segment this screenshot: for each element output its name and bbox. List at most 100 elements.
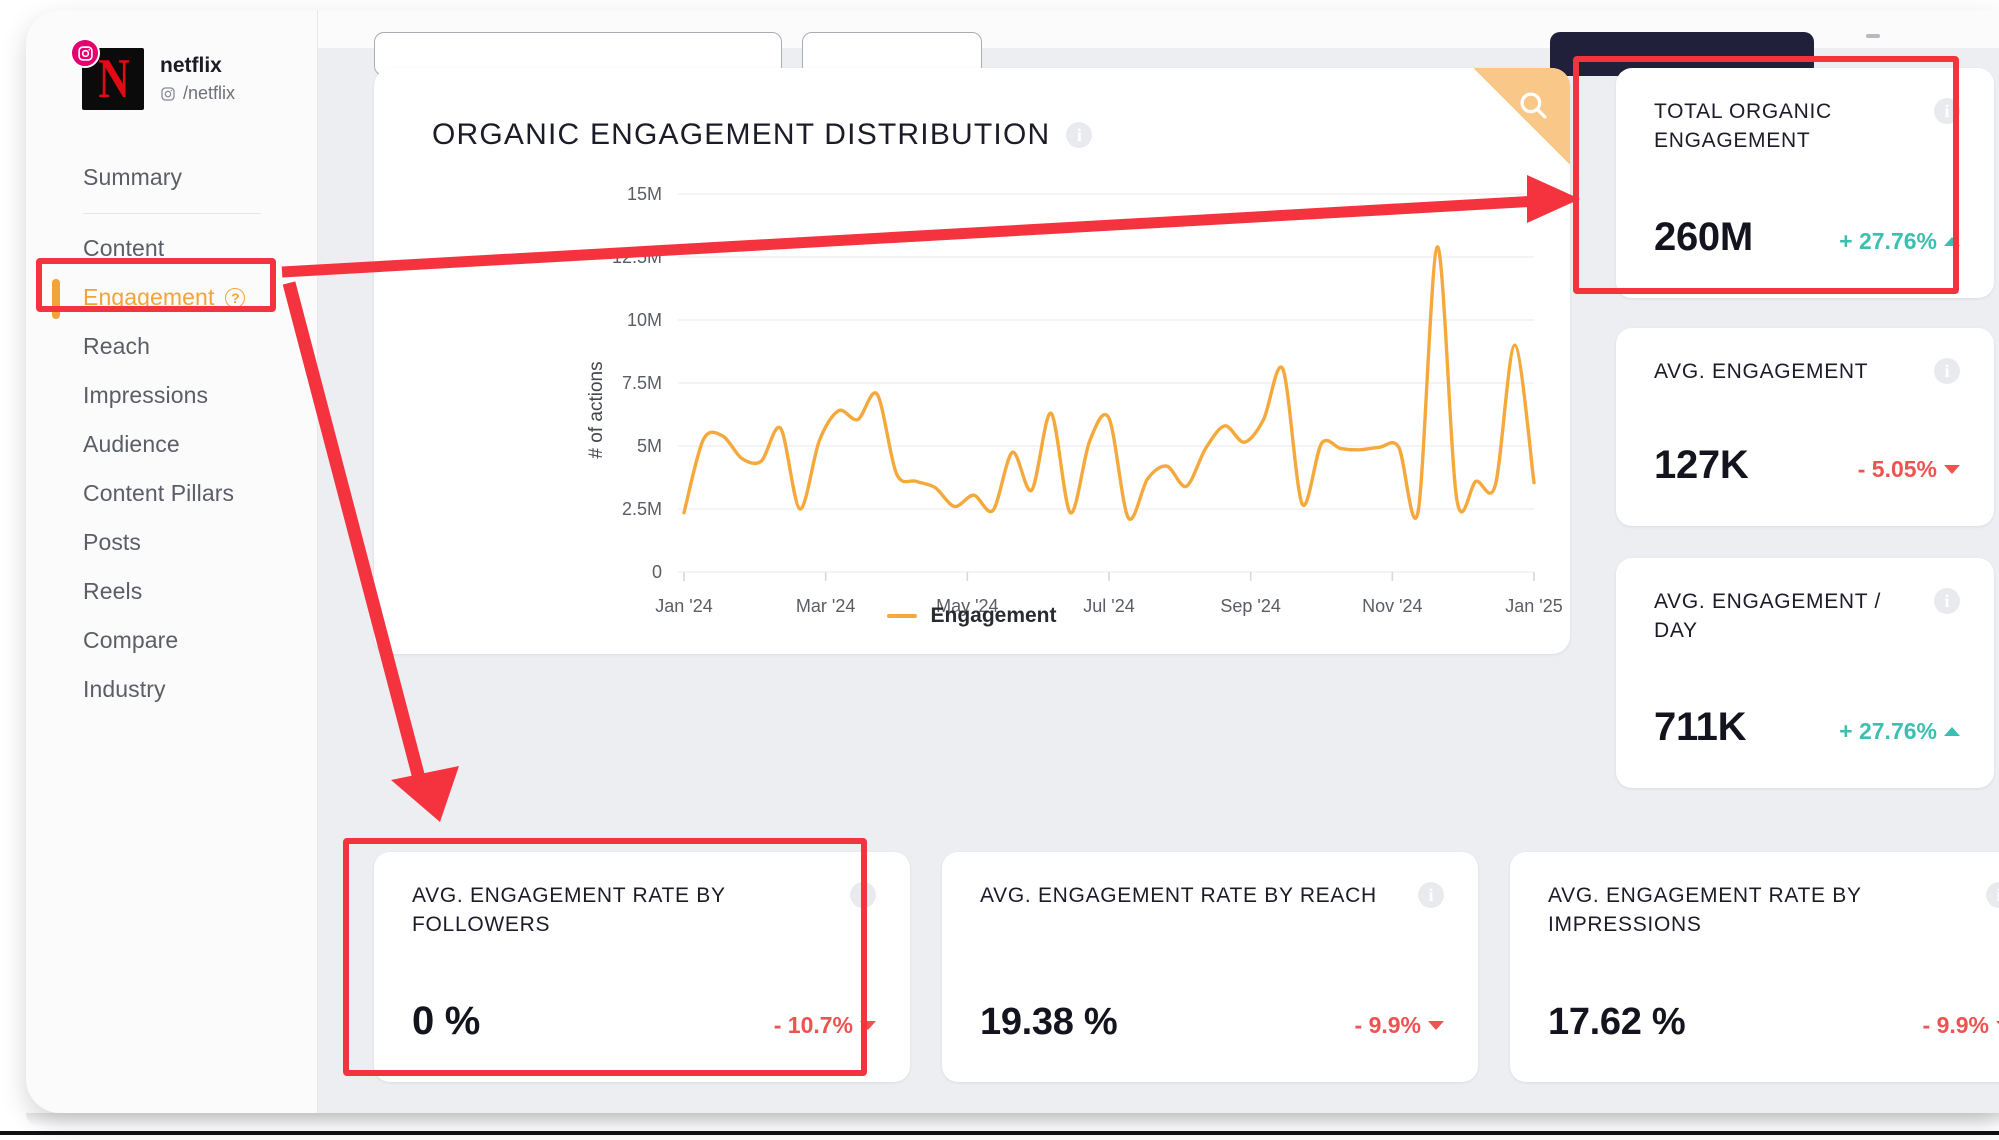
engagement-line-chart[interactable]: 0 2.5M 5M 7.5M 10M 12.5M 15M # of actions Jan '2…	[374, 180, 1570, 654]
sidebar-nav: Summary Content Engagement ? Reach Impre…	[26, 150, 318, 714]
info-icon[interactable]: i	[1986, 882, 1999, 908]
legend-swatch-engagement	[887, 614, 918, 618]
y-axis-tick-label: 12.5M	[612, 247, 662, 267]
arrow-down-icon	[1944, 465, 1960, 474]
sidebar-item-content[interactable]: Content	[26, 224, 318, 273]
kpi-delta: - 5.05%	[1858, 456, 1960, 488]
sidebar-item-label: Compare	[83, 627, 179, 653]
kpi-delta: - 9.9%	[1355, 1012, 1444, 1044]
profile-handle: /netflix	[183, 83, 236, 103]
kpi-footer: 19.38 % - 9.9%	[980, 1001, 1444, 1044]
arrow-up-icon	[1944, 727, 1960, 736]
kpi-delta: + 27.76%	[1839, 718, 1960, 750]
kpi-title: AVG. ENGAGEMENT	[1654, 360, 1869, 383]
chart-header: ORGANIC ENGAGEMENT DISTRIBUTION i	[432, 118, 1093, 152]
kpi-footer: 0 % - 10.7%	[412, 999, 876, 1044]
avatar: N	[70, 38, 144, 110]
y-axis-title: # of actions	[586, 361, 607, 458]
organic-engagement-distribution-card: ORGANIC ENGAGEMENT DISTRIBUTION i 0 2.5M 5…	[374, 68, 1570, 654]
active-indicator-bar	[52, 279, 60, 319]
avg-engagement-card[interactable]: AVG. ENGAGEMENT i 127K - 5.05%	[1616, 328, 1994, 526]
kpi-delta-text: + 27.76%	[1839, 228, 1937, 254]
instagram-small-icon	[161, 86, 175, 101]
kpi-delta: - 9.9%	[1923, 1012, 1999, 1044]
info-icon[interactable]: i	[1066, 122, 1093, 148]
sidebar-item-reels[interactable]: Reels	[26, 567, 318, 616]
sidebar-item-label: Summary	[83, 163, 183, 190]
help-icon[interactable]: ?	[225, 287, 246, 308]
sidebar-item-summary[interactable]: Summary	[26, 150, 318, 204]
info-icon[interactable]: i	[850, 882, 876, 908]
avg-engagement-rate-by-reach-card[interactable]: AVG. ENGAGEMENT RATE BY REACH i 19.38 % …	[942, 852, 1478, 1082]
search-icon[interactable]	[1474, 68, 1570, 164]
sidebar-item-label: Engagement	[83, 284, 215, 310]
kpi-title: TOTAL ORGANIC ENGAGEMENT	[1654, 100, 1832, 152]
info-icon[interactable]: i	[1934, 98, 1960, 124]
kpi-title: AVG. ENGAGEMENT RATE BY IMPRESSIONS	[1548, 884, 1862, 936]
sidebar-item-label: Content Pillars	[83, 480, 235, 506]
sidebar-item-posts[interactable]: Posts	[26, 518, 318, 567]
kpi-value: 0 %	[412, 999, 481, 1043]
sidebar-item-reach[interactable]: Reach	[26, 322, 318, 371]
sidebar-divider	[83, 213, 261, 214]
sidebar-item-label: Industry	[83, 676, 166, 702]
info-icon[interactable]: i	[1418, 882, 1444, 908]
y-axis-tick-label: 7.5M	[622, 373, 662, 393]
y-axis-tick-label: 0	[652, 562, 662, 582]
kpi-value: 260M	[1654, 215, 1753, 259]
info-icon[interactable]: i	[1934, 588, 1960, 614]
avg-engagement-rate-by-impressions-card[interactable]: AVG. ENGAGEMENT RATE BY IMPRESSIONS i 17…	[1510, 852, 1999, 1082]
sidebar-item-audience[interactable]: Audience	[26, 420, 318, 469]
profile-header[interactable]: N netflix /netflix	[70, 38, 235, 110]
sidebar-item-label: Content	[83, 235, 165, 261]
kpi-footer: 127K - 5.05%	[1654, 443, 1960, 488]
legend-label-engagement: Engagement	[930, 604, 1057, 627]
profile-text: netflix /netflix	[160, 54, 235, 104]
more-options-icon[interactable]	[1866, 34, 1880, 38]
y-axis-tick-label: 2.5M	[622, 499, 662, 519]
y-axis-tick-label: 10M	[627, 310, 662, 330]
arrow-down-icon	[1428, 1021, 1444, 1030]
page-title: ORGANIC ENGAGEMENT DISTRIBUTION	[432, 118, 1051, 151]
total-organic-engagement-card[interactable]: TOTAL ORGANIC ENGAGEMENT i 260M + 27.76%	[1616, 68, 1994, 298]
kpi-value: 19.38 %	[980, 1001, 1118, 1043]
sidebar-item-engagement[interactable]: Engagement ?	[26, 273, 318, 322]
y-axis-tick-label: 5M	[637, 436, 662, 456]
info-icon[interactable]: i	[1934, 358, 1960, 384]
kpi-delta-text: + 27.76%	[1839, 718, 1937, 744]
sidebar: N netflix /netflix Summary Content Engag…	[26, 10, 318, 1113]
arrow-up-icon	[1944, 237, 1960, 246]
kpi-footer: 260M + 27.76%	[1654, 215, 1960, 260]
kpi-delta: - 10.7%	[774, 1012, 876, 1044]
sidebar-item-compare[interactable]: Compare	[26, 616, 318, 665]
sidebar-item-industry[interactable]: Industry	[26, 665, 318, 714]
kpi-delta-text: - 5.05%	[1857, 456, 1937, 482]
kpi-footer: 711K + 27.76%	[1654, 705, 1960, 750]
main-content: ORGANIC ENGAGEMENT DISTRIBUTION i 0 2.5M 5…	[318, 10, 1999, 1113]
sidebar-item-label: Reels	[83, 578, 143, 604]
kpi-title: AVG. ENGAGEMENT / DAY	[1654, 590, 1881, 642]
sidebar-item-label: Audience	[83, 431, 180, 457]
kpi-delta-text: - 9.9%	[1922, 1012, 1989, 1038]
sidebar-item-label: Reach	[83, 333, 150, 359]
kpi-title: AVG. ENGAGEMENT RATE BY FOLLOWERS	[412, 884, 726, 936]
profile-handle-row: /netflix	[160, 83, 235, 104]
sidebar-item-content-pillars[interactable]: Content Pillars	[26, 469, 318, 518]
app-root: N netflix /netflix Summary Content Engag…	[0, 0, 1999, 1140]
kpi-title: AVG. ENGAGEMENT RATE BY REACH	[980, 884, 1377, 907]
kpi-value: 17.62 %	[1548, 1001, 1686, 1043]
kpi-footer: 17.62 % - 9.9%	[1548, 1001, 1999, 1044]
window-shadow	[26, 1113, 1999, 1127]
chart-legend: Engagement	[374, 604, 1570, 628]
avg-engagement-per-day-card[interactable]: AVG. ENGAGEMENT / DAY i 711K + 27.76%	[1616, 558, 1994, 788]
bottom-rule	[0, 1131, 1999, 1135]
sidebar-item-label: Posts	[83, 529, 142, 555]
kpi-delta-text: - 9.9%	[1354, 1012, 1421, 1038]
kpi-value: 127K	[1654, 443, 1749, 487]
kpi-value: 711K	[1654, 705, 1747, 749]
sidebar-item-impressions[interactable]: Impressions	[26, 371, 318, 420]
netflix-logo: N	[97, 48, 130, 110]
sidebar-item-label: Impressions	[83, 382, 209, 408]
y-axis-tick-label: 15M	[627, 184, 662, 204]
avg-engagement-rate-by-followers-card[interactable]: AVG. ENGAGEMENT RATE BY FOLLOWERS i 0 % …	[374, 852, 910, 1082]
